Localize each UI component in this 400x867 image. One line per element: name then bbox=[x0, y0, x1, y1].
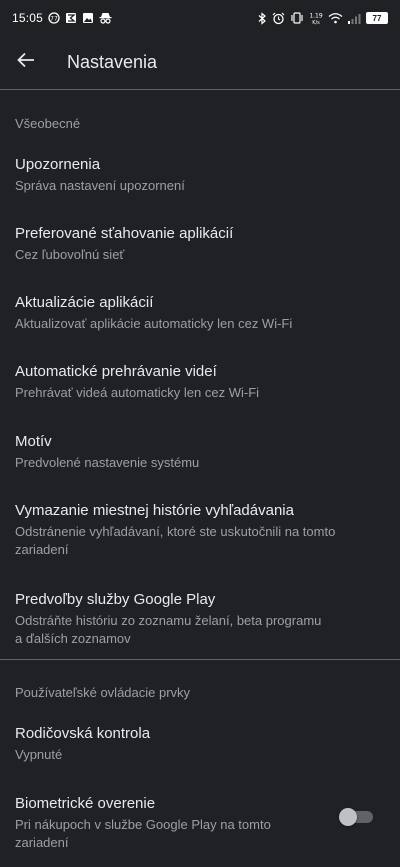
item-title: Biometrické overenie bbox=[15, 795, 156, 812]
biometric-toggle[interactable] bbox=[339, 808, 373, 826]
svg-text:K/s: K/s bbox=[312, 20, 320, 25]
settings-item-parental-control[interactable]: Rodičovská kontrola Vypnuté bbox=[0, 724, 400, 794]
battery-level: 77 bbox=[372, 13, 382, 23]
wifi-icon bbox=[328, 12, 343, 24]
item-title: Motív bbox=[15, 433, 52, 450]
settings-item-download-preference[interactable]: Preferované sťahovanie aplikácií Cez ľub… bbox=[0, 224, 400, 293]
app-bar: Nastavenia bbox=[0, 36, 400, 90]
settings-item-app-updates[interactable]: Aktualizácie aplikácií Aktualizovať apli… bbox=[0, 293, 400, 362]
settings-item-biometric-auth[interactable]: Biometrické overenie Pri nákupoch v služ… bbox=[0, 794, 400, 864]
item-subtitle-line2: zariadení bbox=[15, 835, 69, 850]
item-subtitle: Predvolené nastavenie systému bbox=[15, 455, 200, 470]
item-subtitle-line1: Pri nákupoch v službe Google Play na tom… bbox=[15, 817, 271, 832]
back-button[interactable] bbox=[6, 43, 46, 83]
svg-text:1.19: 1.19 bbox=[309, 12, 323, 19]
mail-icon bbox=[65, 12, 77, 24]
speed-icon: 1.19 K/s bbox=[309, 12, 323, 25]
item-subtitle-line1: Odstránenie vyhľadávaní, ktoré ste uskut… bbox=[15, 524, 336, 539]
toggle-knob bbox=[339, 808, 357, 826]
settings-item-clear-search-history[interactable]: Vymazanie miestnej histórie vyhľadávania… bbox=[0, 501, 400, 590]
image-icon bbox=[82, 12, 94, 24]
item-title: Upozornenia bbox=[15, 156, 101, 173]
incognito-icon bbox=[99, 12, 112, 24]
item-text: Biometrické overenie Pri nákupoch v služ… bbox=[15, 794, 305, 852]
arrow-back-icon bbox=[17, 52, 35, 73]
item-title: Vymazanie miestnej histórie vyhľadávania bbox=[15, 502, 294, 519]
alarm-icon bbox=[272, 12, 285, 25]
bluetooth-icon bbox=[257, 11, 267, 25]
item-title: Aktualizácie aplikácií bbox=[15, 294, 154, 311]
notification-badge-icon: 77 bbox=[48, 12, 60, 24]
status-bar-left: 15:05 77 bbox=[12, 11, 112, 25]
status-time: 15:05 bbox=[12, 11, 44, 25]
signal-icon bbox=[348, 13, 361, 24]
settings-list: Všeobecné Upozornenia Správa nastavení u… bbox=[0, 91, 400, 864]
settings-item-google-play-preferences[interactable]: Predvoľby služby Google Play Odstráňte h… bbox=[0, 590, 400, 659]
item-title: Rodičovská kontrola bbox=[15, 725, 151, 742]
item-subtitle-line2: a ďalších zoznamov bbox=[15, 631, 131, 646]
battery-icon: 77 bbox=[366, 12, 388, 24]
svg-text:77: 77 bbox=[50, 16, 58, 23]
page-title: Nastavenia bbox=[67, 52, 158, 72]
item-subtitle-line1: Odstráňte históriu zo zoznamu želaní, be… bbox=[15, 613, 322, 628]
item-subtitle: Prehrávať videá automaticky len cez Wi-F… bbox=[15, 385, 260, 400]
item-title: Automatické prehrávanie videí bbox=[15, 363, 217, 380]
section-header-user-controls: Používateľské ovládacie prvky bbox=[15, 684, 191, 700]
settings-item-theme[interactable]: Motív Predvolené nastavenie systému bbox=[0, 432, 400, 501]
vibrate-icon bbox=[290, 12, 304, 24]
settings-item-notifications[interactable]: Upozornenia Správa nastavení upozornení bbox=[0, 155, 400, 224]
item-title: Predvoľby služby Google Play bbox=[15, 591, 216, 608]
section-header-general: Všeobecné bbox=[15, 115, 81, 131]
status-bar-right: 1.19 K/s 77 bbox=[257, 11, 388, 25]
item-subtitle: Vypnuté bbox=[15, 747, 63, 762]
item-subtitle-line2: zariadení bbox=[15, 542, 69, 557]
item-subtitle: Aktualizovať aplikácie automaticky len c… bbox=[15, 316, 293, 331]
item-subtitle: Správa nastavení upozornení bbox=[15, 178, 185, 193]
item-subtitle: Cez ľubovoľnú sieť bbox=[15, 247, 125, 262]
item-title: Preferované sťahovanie aplikácií bbox=[15, 225, 234, 242]
status-bar: 15:05 77 1.19 K/s 77 bbox=[0, 0, 400, 36]
settings-item-autoplay-videos[interactable]: Automatické prehrávanie videí Prehrávať … bbox=[0, 362, 400, 432]
